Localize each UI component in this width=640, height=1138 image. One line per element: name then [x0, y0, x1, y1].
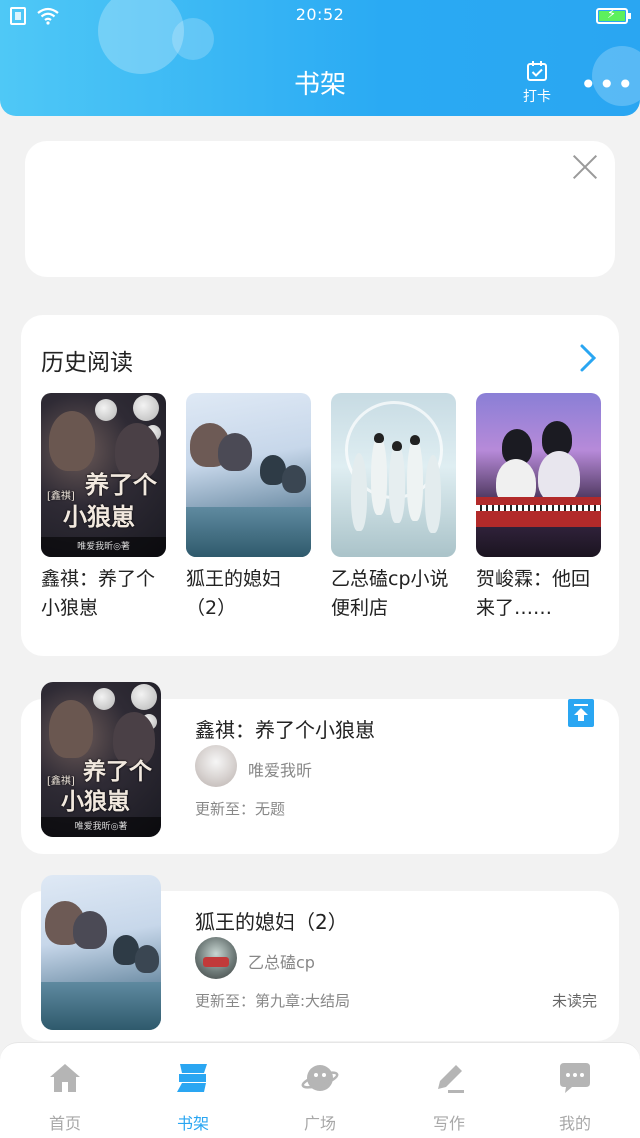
nav-label: 首页	[48, 1114, 81, 1133]
history-item[interactable]: 养了个 小狼崽 [鑫祺] 唯爱我昕◎著 鑫祺：养了个小狼崽	[41, 393, 166, 623]
nav-profile[interactable]: 我的	[535, 1059, 615, 1134]
bookshelf-icon	[177, 1064, 207, 1092]
nav-label: 写作	[432, 1114, 465, 1133]
nav-square[interactable]: 广场	[280, 1059, 360, 1134]
pin-top-button[interactable]	[568, 699, 594, 727]
book-cover-image	[331, 393, 456, 557]
pen-icon	[438, 1065, 464, 1093]
history-item[interactable]: 贺峻霖：他回来了……	[476, 393, 601, 623]
bottom-navigation: 首页 书架 广场 写作 我的	[0, 1042, 640, 1138]
nav-home[interactable]: 首页	[25, 1059, 105, 1134]
nav-label: 广场	[303, 1114, 336, 1133]
unread-status: 未读完	[552, 992, 598, 1010]
book-title: 鑫祺：养了个小狼崽	[195, 718, 375, 742]
history-item-name: 贺峻霖：他回来了……	[476, 568, 591, 619]
planet-icon	[301, 1065, 339, 1091]
header-bar: 20:52 ⚡ 书架 打卡 •••	[0, 0, 640, 116]
avatar	[195, 745, 237, 787]
status-time: 20:52	[295, 5, 345, 24]
book-cover-image	[186, 393, 311, 557]
update-info: 更新至：第九章:大结局	[195, 992, 351, 1010]
book-cover-image	[476, 393, 601, 557]
nav-label: 书架	[176, 1114, 209, 1133]
nav-write[interactable]: 写作	[409, 1059, 489, 1134]
calendar-check-icon	[527, 61, 547, 81]
update-info: 更新至：无题	[195, 800, 286, 818]
close-icon[interactable]	[571, 153, 599, 181]
home-icon	[50, 1064, 80, 1092]
history-item-name: 鑫祺：养了个小狼崽	[41, 568, 156, 619]
history-item-name: 狐王的媳妇（2）	[186, 568, 282, 619]
avatar	[195, 937, 237, 979]
battery-icon: ⚡	[596, 7, 631, 24]
history-item[interactable]: 乙总磕cp小说便利店	[331, 393, 456, 623]
ad-banner	[25, 141, 615, 277]
book-cover-image: 养了个 小狼崽 [鑫祺] 唯爱我昕◎著	[41, 393, 166, 557]
chat-icon	[560, 1063, 590, 1093]
book-cover-image[interactable]: 养了个 小狼崽 [鑫祺] 唯爱我昕◎著	[41, 682, 161, 837]
chevron-right-icon[interactable]	[577, 343, 599, 373]
history-section: 历史阅读 养了个 小狼崽 [鑫祺] 唯爱我昕◎著 鑫祺：养了个小狼崽 狐王的媳妇…	[21, 315, 619, 656]
author-name: 唯爱我昕	[248, 761, 313, 780]
history-title: 历史阅读	[41, 350, 133, 376]
more-button[interactable]: •••	[580, 68, 636, 101]
book-cover-image[interactable]	[41, 875, 161, 1030]
history-item[interactable]: 狐王的媳妇（2）	[186, 393, 311, 623]
checkin-label: 打卡	[523, 89, 551, 105]
author-name: 乙总磕cp	[248, 953, 315, 972]
arrow-up-icon	[574, 704, 588, 721]
book-title: 狐王的媳妇（2）	[195, 910, 348, 934]
history-item-name: 乙总磕cp小说便利店	[331, 568, 449, 619]
nav-label: 我的	[558, 1114, 591, 1133]
status-bar: 20:52 ⚡	[0, 0, 640, 32]
nav-bookshelf[interactable]: 书架	[153, 1059, 233, 1134]
checkin-button[interactable]: 打卡	[516, 60, 558, 106]
